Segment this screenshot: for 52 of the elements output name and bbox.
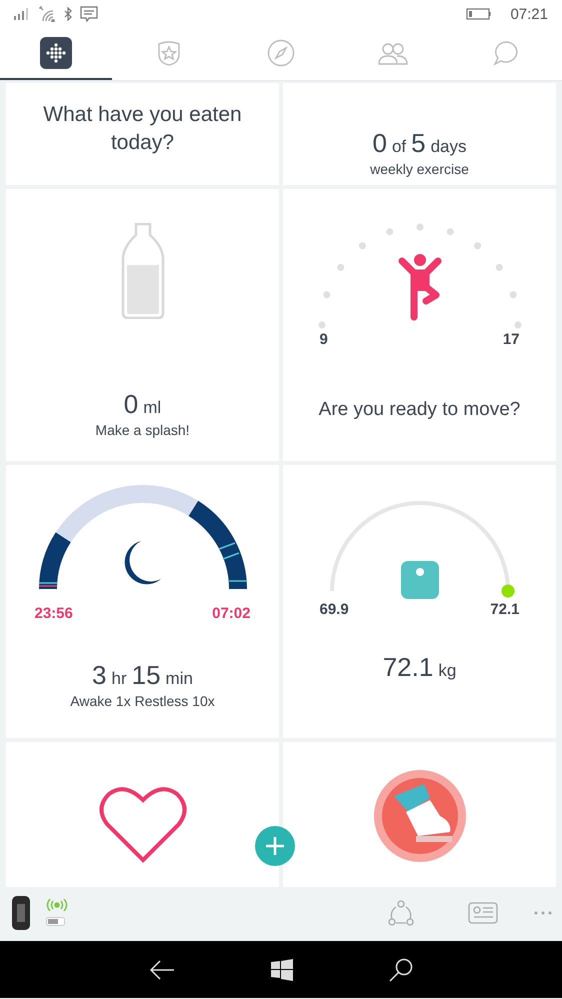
exercise-caption: weekly exercise	[370, 161, 469, 177]
back-button[interactable]	[149, 958, 175, 980]
heart-icon	[98, 784, 186, 864]
weight-value: 72.1	[382, 652, 434, 683]
fitbit-logo-icon	[46, 43, 66, 63]
exercise-goal: 5	[411, 128, 426, 159]
search-icon	[389, 958, 413, 982]
plus-icon	[265, 836, 285, 856]
clock: 07:21	[510, 6, 548, 22]
windows-logo-icon	[271, 958, 293, 980]
battery-icon	[466, 8, 492, 20]
signal-icon	[14, 8, 30, 20]
share-button[interactable]	[388, 900, 414, 926]
fitness-tracker-icon	[10, 896, 32, 930]
sleep-minutes: 15	[132, 660, 161, 691]
share-icon	[388, 900, 414, 926]
water-amount: 0	[124, 389, 138, 420]
message-icon	[80, 6, 98, 22]
kg-unit: kg	[438, 661, 456, 681]
wake-time: 07:02	[212, 605, 250, 622]
start-weight: 69.9	[320, 601, 349, 618]
min-unit: min	[166, 669, 193, 689]
stretching-figure-icon	[398, 253, 442, 321]
current-weight-label: 72.1	[490, 601, 520, 618]
water-caption: Make a splash!	[95, 422, 190, 438]
more-button[interactable]	[534, 910, 552, 914]
end-hour: 17	[502, 331, 520, 348]
back-arrow-icon	[149, 958, 175, 980]
profile-card-button[interactable]	[468, 902, 498, 924]
exercise-count: 0	[372, 128, 387, 159]
of-label: of	[392, 137, 406, 157]
scale-icon	[400, 561, 438, 599]
id-card-icon	[468, 902, 498, 924]
speech-bubble-icon	[492, 39, 520, 67]
compass-icon	[267, 39, 296, 67]
sleep-hours: 3	[92, 660, 106, 691]
hr-unit: hr	[112, 669, 127, 689]
sleep-caption: Awake 1x Restless 10x	[70, 693, 215, 709]
more-icon	[534, 910, 552, 914]
start-hour: 9	[320, 331, 328, 348]
search-button[interactable]	[389, 958, 413, 982]
start-button[interactable]	[271, 958, 293, 980]
food-prompt: What have you eaten today?	[42, 102, 243, 156]
bedtime: 23:56	[34, 605, 73, 622]
wifi-icon	[38, 6, 56, 22]
tracker-battery-icon	[46, 917, 66, 926]
days-unit: days	[430, 137, 467, 157]
ml-unit: ml	[143, 398, 162, 418]
move-prompt: Are you ready to move?	[318, 398, 520, 422]
sneaker-badge-icon	[374, 770, 466, 862]
bluetooth-icon	[64, 7, 72, 21]
sync-signal-icon	[46, 899, 68, 911]
